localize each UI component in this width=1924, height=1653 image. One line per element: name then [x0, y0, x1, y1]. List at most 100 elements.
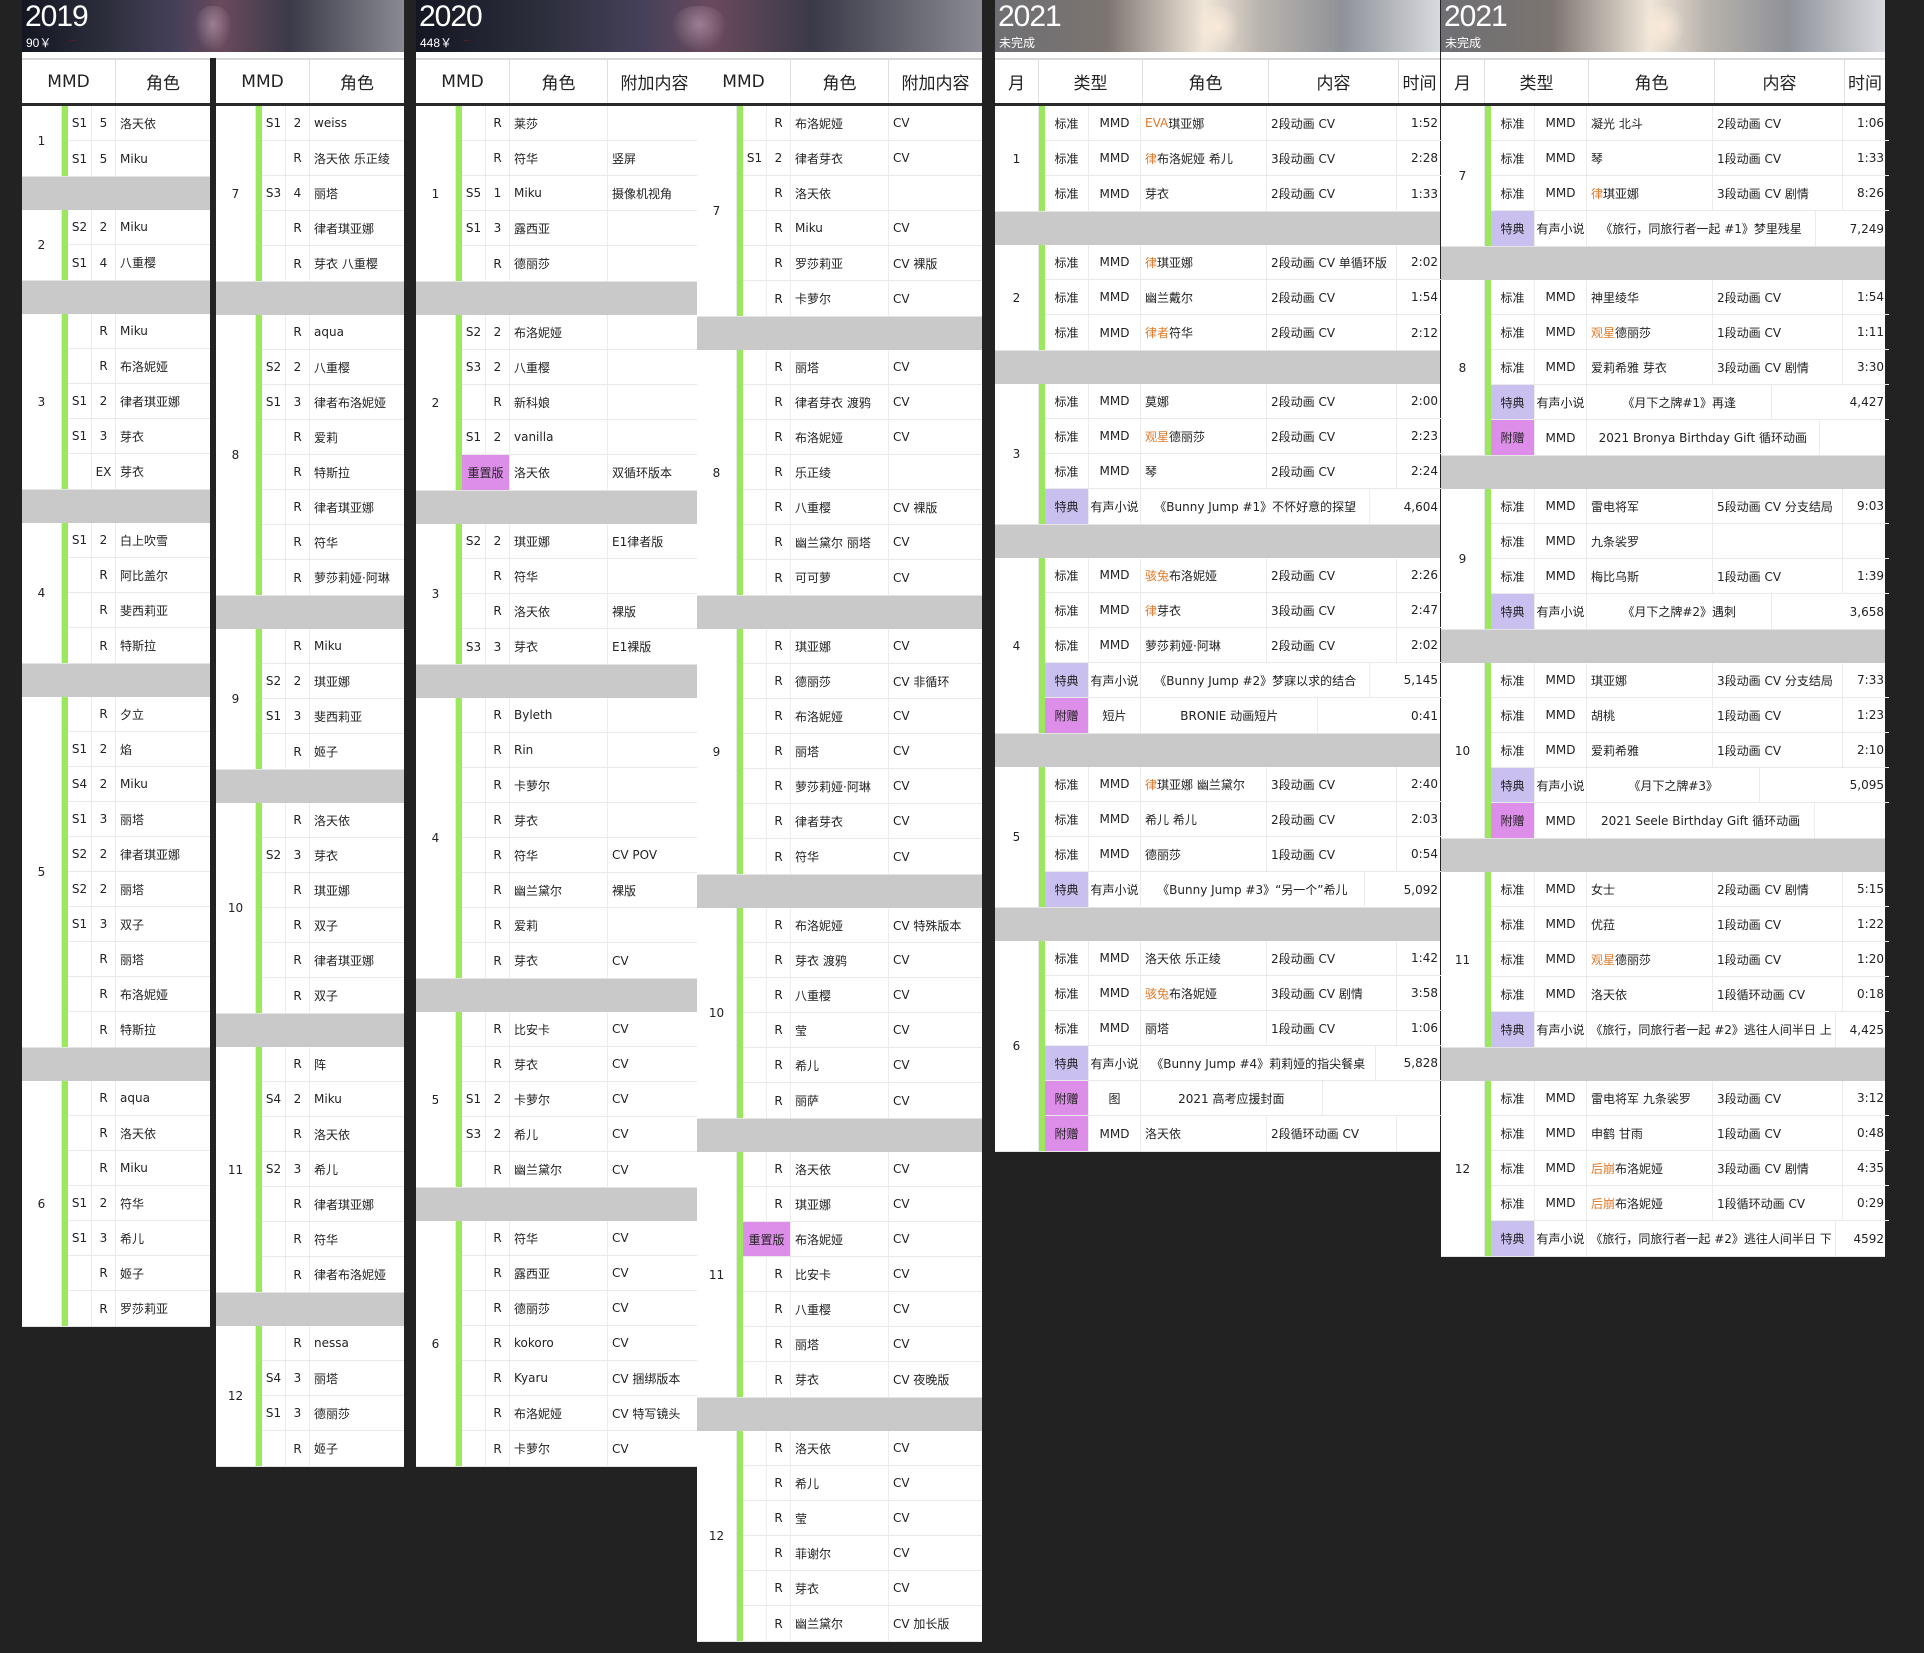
type-badge: 标准: [1491, 907, 1535, 941]
panel-header: 2020 448￥ ...: [416, 0, 982, 52]
rank-cell: R: [767, 1187, 791, 1221]
format-cell: MMD: [1089, 767, 1141, 801]
rank-cell: R: [286, 1187, 310, 1221]
season-cell: [462, 1431, 486, 1466]
character-cell: 律者琪亚娜: [120, 847, 181, 862]
rank-cell: R: [767, 281, 791, 316]
extra-content-cell: CV: [612, 1441, 629, 1456]
character-cell: 斐西莉亚: [120, 603, 169, 618]
character-cell: 罗莎莉亚: [120, 1302, 169, 1316]
month-label: 6: [995, 941, 1039, 1151]
month-rows: R 丽塔 CV R 律者芽衣 渡鸦 CV R 布洛妮娅 CV R 乐正绫 R 八重樱 CV 裸版 R 幽兰黛尔…: [743, 350, 982, 595]
table-row: Raqua: [68, 1081, 210, 1116]
character-cell: 希儿: [510, 1117, 608, 1151]
table-row: S1 2 vanilla: [462, 420, 701, 455]
month-rows: S1 2 weiss R 洛天依 乐正绫 S3 4 丽塔 R 律者琪亚娜 R 芽衣 八重樱: [262, 106, 404, 281]
table-row: S1 2 白上吹雪: [68, 523, 210, 558]
column-header-row: 月类型 角色 内容 时间: [995, 58, 1440, 106]
rank-cell: R: [92, 1081, 116, 1115]
extra-content-cell: CV: [893, 1197, 910, 1211]
season-cell: [462, 1047, 486, 1081]
rank-cell: 2: [92, 872, 116, 906]
rank-cell: R: [767, 1362, 791, 1397]
duration-cell: [1323, 1081, 1443, 1115]
highlight-prefix: 骇兔: [1145, 986, 1170, 1001]
table-column-right: MMD 角色 附加内容 7 R 布洛妮娅 CV S1 2 律者芽衣 CV R 洛天依 R Miku CV R 罗莎…: [697, 58, 982, 1642]
table-row: S5 1 Miku 摄像机视角: [462, 176, 701, 211]
month-rows: Rnessa S4 3 丽塔 S1 3 德丽莎 R 姬子: [262, 1326, 404, 1466]
table-row: S1 3 双子: [68, 907, 210, 942]
character-cell: 申鹤 甘雨: [1587, 1116, 1713, 1150]
rank-cell: 5: [92, 106, 116, 140]
rank-cell: R: [767, 1292, 791, 1326]
column-header: 附加内容: [620, 74, 689, 94]
table-row: S1 3 斐西莉亚: [262, 699, 404, 734]
season-cell: [262, 246, 286, 281]
rank-cell: R: [767, 908, 791, 942]
season-cell: [743, 1466, 767, 1500]
rank-cell: R: [286, 978, 310, 1013]
month-rows: 标准 MMD EVA 琪亚娜 2段动画 CV 1:52 标准 MMD 律布洛妮娅 希儿 3段动画 …: [1045, 106, 1443, 211]
character-cell: 律者芽衣 渡鸦: [791, 385, 889, 419]
rank-cell: R: [486, 385, 510, 419]
month-separator: [995, 734, 1440, 767]
character-cell: 律者 符华: [1141, 315, 1267, 350]
format-cell: 短片: [1089, 698, 1141, 733]
rank-cell: 3: [286, 385, 310, 419]
table-row: R 布洛妮娅 CV: [743, 420, 982, 455]
character-cell: 布洛妮娅: [791, 908, 889, 942]
rank-cell: R: [486, 768, 510, 802]
type-badge: 附赠: [1491, 803, 1535, 838]
year-title: 2020: [419, 0, 483, 33]
type-badge: 标准: [1045, 1011, 1089, 1045]
character-cell: 律琪亚娜: [1587, 176, 1713, 210]
rank-cell: R: [767, 455, 791, 489]
month-separator: [216, 770, 404, 803]
table-row: R 罗莎莉亚: [68, 1291, 210, 1326]
season-cell: [462, 838, 486, 872]
column-header: MMD: [697, 60, 791, 103]
month-group: 11 R 阵 S4 2 Miku R 洛天依 S2 3 希儿 R 律者琪亚娜 R 符华 R 律者布洛妮娅: [216, 1047, 404, 1293]
character-cell: 斐西莉亚: [314, 709, 363, 724]
table-row: 附赠 MMD 洛天依 2段循环动画 CV: [1045, 1116, 1443, 1151]
table-row: R 比安卡 CV: [743, 1257, 982, 1292]
extra-content-cell: CV: [893, 1476, 910, 1490]
character-cell: 姬子: [120, 1266, 145, 1281]
table-row: R 幽兰黛尔 丽塔 CV: [743, 525, 982, 560]
season-cell: S1: [262, 699, 286, 733]
table-row: S2 2 八重樱: [262, 350, 404, 385]
type-badge: 标准: [1491, 1186, 1535, 1220]
table-row: S2 2 琪亚娜 E1律者版: [462, 524, 701, 559]
month-separator: [416, 979, 701, 1012]
type-badge: 标准: [1491, 1116, 1535, 1150]
character-cell: Miku: [120, 324, 148, 338]
price-label: 90￥: [26, 36, 52, 50]
content-cell: 2段动画 CV: [1713, 106, 1843, 140]
rank-cell: 3: [92, 1221, 116, 1255]
type-badge: 标准: [1045, 245, 1089, 279]
character-cell: 布洛妮娅: [791, 420, 889, 454]
season-cell: [68, 558, 92, 592]
duration-cell: 2:00: [1411, 394, 1438, 408]
month-group: 2 S2 2 布洛妮娅 S3 2 八重樱 R 新科娘 S1 2 vanilla 重置版 洛天依 双循环版本: [416, 315, 701, 491]
character-cell: 特斯拉: [314, 465, 351, 480]
format-cell: MMD: [1535, 524, 1587, 558]
extra-content-cell: CV 非循环: [893, 674, 950, 689]
character-cell: 德丽莎: [314, 1406, 351, 1421]
duration-cell: 1:11: [1857, 325, 1884, 339]
character-cell: 丽塔: [120, 812, 145, 827]
character-name: 申鹤 甘雨: [1591, 1126, 1643, 1141]
table-row: R 特斯拉: [68, 628, 210, 663]
highlight-prefix: 观星: [1145, 429, 1170, 444]
content-cell: 1段循环动画 CV: [1713, 1186, 1843, 1220]
rank-cell: R: [486, 559, 510, 593]
character-cell: 布洛妮娅: [791, 106, 889, 140]
highlight-prefix: 后崩: [1591, 1161, 1616, 1176]
season-cell: [462, 1361, 486, 1395]
extra-content-cell: [889, 455, 982, 489]
content-cell: 1段动画 CV: [1713, 1116, 1843, 1150]
type-badge: 特典: [1491, 594, 1535, 629]
character-cell: 丽塔: [791, 1327, 889, 1361]
rank-cell: R: [767, 525, 791, 559]
character-cell: 律芽衣: [1141, 593, 1267, 627]
